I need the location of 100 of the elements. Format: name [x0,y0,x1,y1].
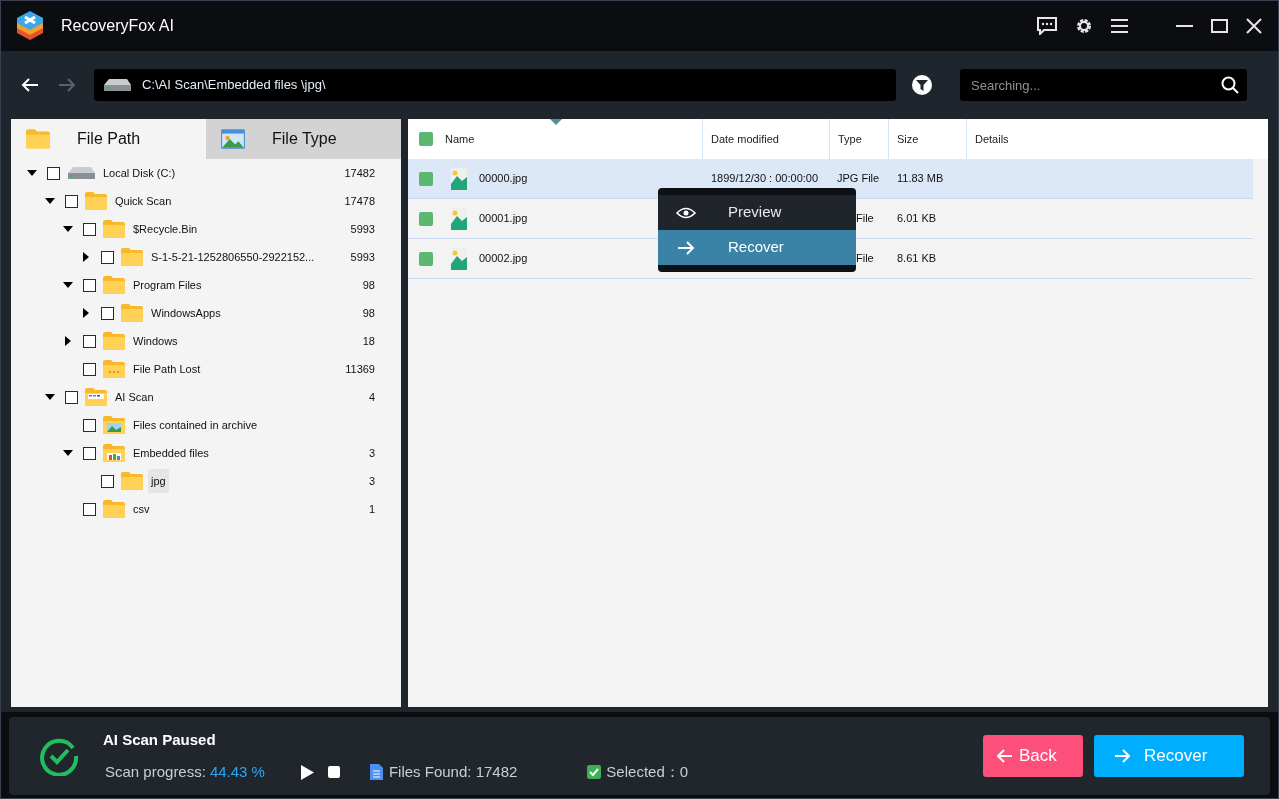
item-count: 17482 [344,165,375,181]
tree-item-label[interactable]: Embedded files [130,440,212,466]
tree-item-label[interactable]: WindowsApps [148,300,224,326]
file-name: 00000.jpg [479,171,528,187]
folder-icon [120,471,144,491]
size-cell-text: 11.83 MB [896,171,945,187]
play-icon[interactable] [300,764,314,780]
folder-icon [102,331,126,351]
item-count: 3 [368,445,375,461]
checkbox[interactable] [83,362,96,376]
expanded-caret-icon[interactable] [45,196,55,206]
collapsed-caret-icon[interactable] [81,252,91,262]
arrow-icon [676,239,696,256]
collapsed-caret-icon[interactable] [81,308,91,318]
checkbox[interactable] [83,502,96,516]
checkbox[interactable] [83,418,96,432]
tree-item-label[interactable]: Quick Scan [112,188,175,214]
row-checkbox[interactable] [419,211,433,226]
expanded-caret-icon[interactable] [63,448,73,458]
menu-item[interactable]: Preview [658,195,856,230]
checkbox[interactable] [47,166,60,180]
folder-icon [120,247,144,267]
item-count: 17478 [344,193,375,209]
row-checkbox[interactable] [419,251,433,266]
row-checkbox[interactable] [419,171,433,186]
settings-icon[interactable] [1075,17,1093,35]
stop-icon[interactable] [327,766,340,779]
menu-icon[interactable] [1111,18,1128,34]
eye-icon [676,206,696,219]
checkbox[interactable] [83,278,96,292]
checkbox[interactable] [83,446,96,460]
sort-caret-icon[interactable] [550,119,562,125]
document-icon [369,764,383,781]
tree-item-label[interactable]: File Path Lost [130,356,204,382]
checkbox[interactable] [83,334,96,348]
expanded-caret-icon[interactable] [63,280,73,290]
item-count: 98 [362,305,375,321]
filter-icon[interactable] [911,74,933,96]
search-field[interactable]: Searching... [960,69,1247,101]
type-cell-text: File [855,211,875,227]
image-file-icon [450,167,468,190]
check-circle-icon [39,736,79,776]
checkbox[interactable] [83,222,96,236]
checked-box-icon [587,765,602,780]
item-count: 18 [362,333,375,349]
tree-item-label[interactable]: Local Disk (C:) [100,160,179,186]
selected-count: Selected：0 [606,762,689,782]
expanded-caret-icon[interactable] [27,168,37,178]
column-header[interactable]: Name [433,119,702,159]
menu-item[interactable]: Recover [658,230,856,265]
folder-icon [102,219,126,239]
size-cell-text: 8.61 KB [896,251,938,267]
left-arrow-icon [997,749,1013,763]
item-count: 5993 [350,221,375,237]
table-row[interactable]: 00000.jpg 1899/12/30 : 00:00:00 JPG File 11.83 MB [408,159,1253,199]
back-arrow-icon[interactable] [21,77,39,93]
drive-icon [102,77,132,93]
checkbox[interactable] [101,250,114,264]
status-title: AI Scan Paused [103,729,217,750]
tree-item-label[interactable]: Windows [130,328,181,354]
folder-icon [102,359,126,379]
tree-item-label[interactable]: jpg [148,468,169,494]
maximize-icon[interactable] [1211,18,1228,34]
tab[interactable]: File Type [206,119,401,159]
checkbox[interactable] [101,306,114,320]
tree-item-label[interactable]: AI Scan [112,384,157,410]
checkbox[interactable] [101,474,114,488]
path-field[interactable]: C:\AI Scan\Embedded files \jpg\ [94,69,896,101]
forward-arrow-icon[interactable] [58,77,76,93]
item-count: 5993 [350,249,375,265]
progress-label: Scan progress: [105,762,206,782]
date-cell-text: 1899/12/30 : 00:00:00 [710,171,820,187]
search-icon[interactable] [1221,76,1239,94]
collapsed-caret-icon[interactable] [63,336,73,346]
right-arrow-icon [1114,749,1130,763]
tree-item-label[interactable]: $Recycle.Bin [130,216,201,242]
header-checkbox[interactable] [419,132,433,146]
tab[interactable]: File Path [11,119,206,159]
folder-icon [102,275,126,295]
expanded-caret-icon[interactable] [63,224,73,234]
image-file-icon [450,247,468,270]
drive-icon [66,165,96,181]
folder-icon [25,128,51,150]
folder-picture-icon [102,415,126,435]
folder-icon [120,303,144,323]
checkbox[interactable] [65,390,78,404]
tree-item-label[interactable]: csv [130,496,153,522]
progress-value: 44.43 % [209,762,265,782]
expanded-caret-icon[interactable] [45,392,55,402]
checkbox[interactable] [65,194,78,208]
tree-item-label[interactable]: Program Files [130,272,205,298]
file-name: 00002.jpg [479,251,528,267]
item-count: 4 [368,389,375,405]
close-icon[interactable] [1246,18,1262,34]
chat-icon[interactable] [1037,17,1057,35]
item-count: 98 [362,277,375,293]
tree-item-label[interactable]: S-1-5-21-1252806550-2922152... [148,244,318,270]
tree-item-label[interactable]: Files contained in archive [130,412,261,438]
folder-chart-icon [102,443,126,463]
file-name: 00001.jpg [479,211,528,227]
